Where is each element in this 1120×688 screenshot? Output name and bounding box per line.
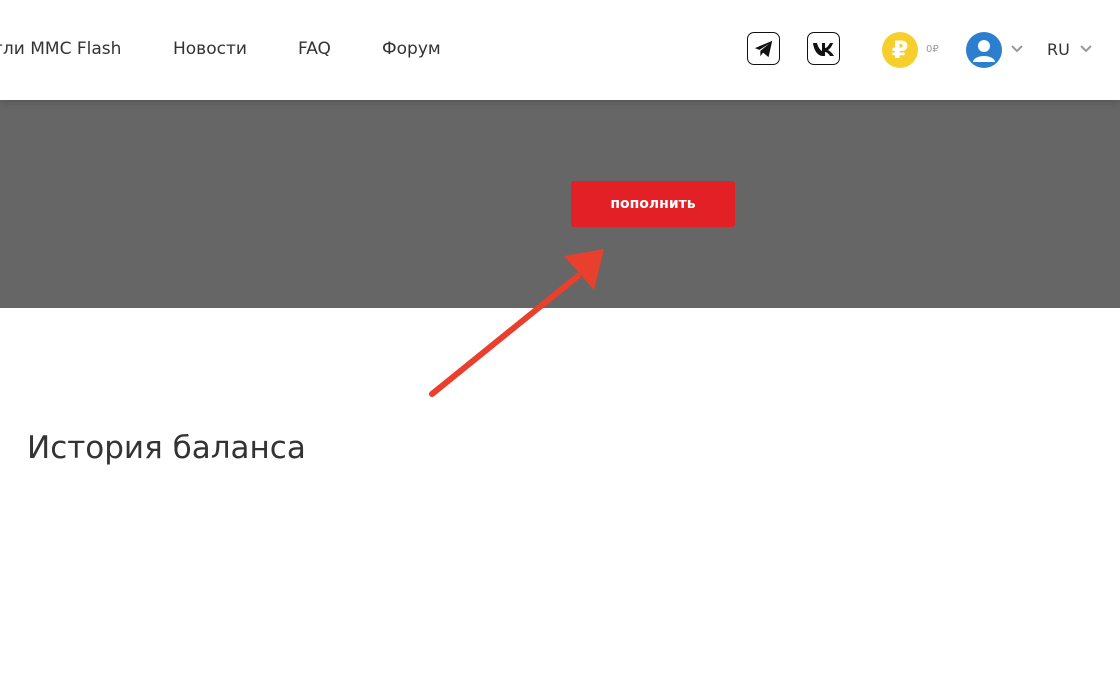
chevron-down-icon[interactable] [1080, 45, 1092, 53]
language-selector[interactable]: RU [1047, 40, 1070, 59]
avatar[interactable] [966, 32, 1002, 68]
balance-banner: пополнить [0, 100, 1120, 308]
balance-value: 0₽ [926, 44, 939, 55]
site-header: гли MMC Flash Новости FAQ Форум ₽ 0₽ RU [0, 0, 1120, 100]
nav-link-faq[interactable]: FAQ [298, 39, 331, 59]
chevron-down-icon[interactable] [1011, 45, 1023, 53]
vk-button[interactable] [807, 32, 840, 65]
user-icon [973, 40, 995, 62]
vk-icon [812, 42, 834, 56]
currency-symbol: ₽ [891, 36, 909, 64]
telegram-icon [754, 40, 772, 57]
ruble-coin-icon[interactable]: ₽ [882, 32, 918, 68]
telegram-button[interactable] [747, 32, 780, 65]
page-title: История баланса [27, 430, 306, 466]
nav-link-forum[interactable]: Форум [382, 39, 441, 59]
nav-link-news[interactable]: Новости [173, 39, 247, 59]
topup-button[interactable]: пополнить [571, 181, 735, 227]
nav-link-mmc-flash[interactable]: гли MMC Flash [0, 39, 121, 59]
